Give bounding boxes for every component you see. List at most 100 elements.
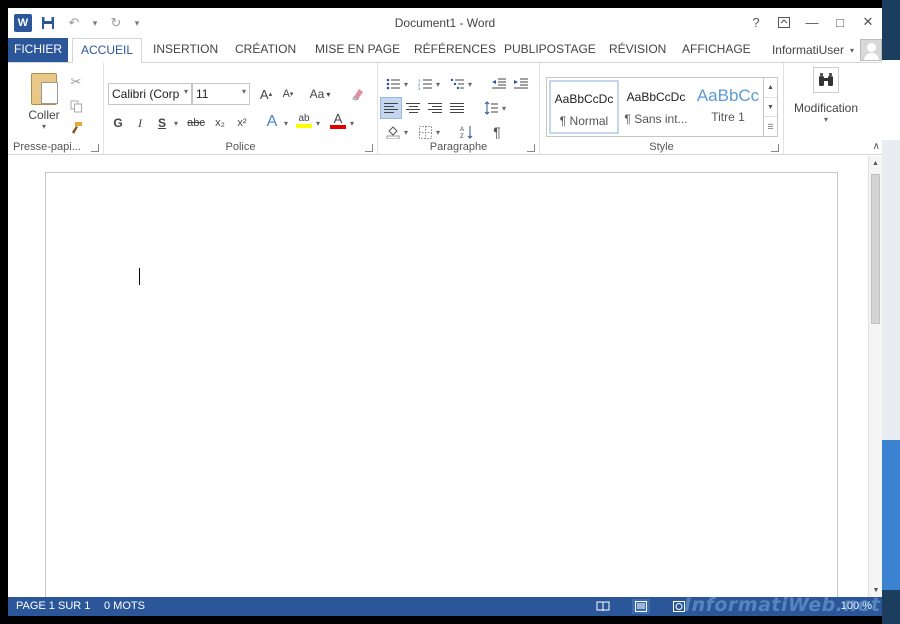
increase-indent-icon[interactable] <box>510 73 532 95</box>
align-left-button[interactable] <box>380 97 402 119</box>
italic-button[interactable]: I <box>130 113 150 133</box>
gallery-down-icon[interactable]: ▼ <box>764 98 777 118</box>
tab-publipostage[interactable]: PUBLIPOSTAGE <box>496 38 604 62</box>
minimize-button[interactable]: — <box>798 8 826 36</box>
watermark: InformatiWeb.net <box>684 594 881 616</box>
tab-fichier[interactable]: FICHIER <box>8 38 68 62</box>
multilevel-dropdown-icon[interactable]: ▾ <box>468 80 472 89</box>
tab-revision[interactable]: RÉVISION <box>601 38 674 62</box>
close-button[interactable]: ✕ <box>854 8 882 36</box>
copy-icon[interactable] <box>66 97 86 115</box>
maximize-button[interactable]: □ <box>826 8 854 36</box>
paragraph-launcher-icon[interactable] <box>527 144 535 152</box>
grow-font-button[interactable]: A ▴ <box>256 84 276 104</box>
highlight-button[interactable]: ab <box>294 111 314 131</box>
borders-dropdown-icon[interactable]: ▾ <box>436 128 440 137</box>
numbering-icon[interactable]: 123 <box>414 73 436 95</box>
change-case-button[interactable]: Aa ▾ <box>306 84 334 104</box>
show-formatting-button[interactable]: ¶ <box>486 121 508 143</box>
binoculars-icon <box>813 67 839 93</box>
tab-references[interactable]: RÉFÉRENCES <box>406 38 504 62</box>
sort-icon[interactable]: AZ <box>456 121 478 143</box>
underline-button[interactable]: S <box>152 113 172 133</box>
word-count[interactable]: 0 MOTS <box>104 600 145 612</box>
scroll-thumb[interactable] <box>871 174 880 324</box>
paste-button[interactable]: Coller ▾ <box>20 67 68 133</box>
collapse-ribbon-icon[interactable]: ∧ <box>873 141 880 152</box>
scroll-up-icon[interactable]: ▲ <box>869 156 882 170</box>
style-name: ¶ Normal <box>559 114 609 128</box>
text-effects-dropdown-icon[interactable]: ▾ <box>284 119 288 128</box>
font-size-value: 11 <box>196 87 209 101</box>
superscript-button[interactable]: x² <box>232 113 252 133</box>
strikethrough-button[interactable]: abc <box>184 113 208 133</box>
editing-label: Modification <box>793 101 859 115</box>
align-right-button[interactable] <box>424 97 446 119</box>
decrease-indent-icon[interactable] <box>488 73 510 95</box>
read-mode-icon[interactable] <box>594 599 612 614</box>
bullets-icon[interactable] <box>382 73 404 95</box>
word-window: W ↶ ▾ ↻ ▾ Document1 - Word ? — □ ✕ FICHI… <box>8 8 882 616</box>
borders-icon[interactable] <box>414 121 436 143</box>
shrink-font-button[interactable]: A ▾ <box>278 84 298 104</box>
style-sample: AaBbCcDc <box>554 92 614 106</box>
style-sample: AaBbCcDc <box>626 90 686 104</box>
background-window-part <box>882 440 900 590</box>
font-size-select[interactable]: 11 ▾ <box>192 83 250 105</box>
shading-icon[interactable] <box>382 121 404 143</box>
line-spacing-icon[interactable] <box>480 97 502 119</box>
avatar[interactable] <box>860 39 882 61</box>
gallery-up-icon[interactable]: ▲ <box>764 78 777 98</box>
text-cursor <box>139 268 140 285</box>
align-center-button[interactable] <box>402 97 424 119</box>
vertical-scrollbar[interactable]: ▲ ▼ <box>868 156 882 597</box>
subscript-button[interactable]: x₂ <box>210 113 230 133</box>
user-name[interactable]: InformatiUser <box>772 43 844 57</box>
page-count[interactable]: PAGE 1 SUR 1 <box>16 600 90 612</box>
print-layout-icon[interactable] <box>632 599 650 614</box>
cut-icon[interactable]: ✂ <box>66 73 86 91</box>
svg-text:Z: Z <box>460 134 464 139</box>
paste-dropdown-icon[interactable]: ▾ <box>20 122 68 131</box>
style-no-spacing[interactable]: AaBbCcDc ¶ Sans int... <box>621 80 691 134</box>
format-painter-icon[interactable] <box>66 119 86 137</box>
bold-button[interactable]: G <box>108 113 128 133</box>
help-button[interactable]: ? <box>742 8 770 36</box>
justify-button[interactable] <box>446 97 468 119</box>
font-launcher-icon[interactable] <box>365 144 373 152</box>
editing-group: Modification ▾ <box>784 63 870 155</box>
bullets-dropdown-icon[interactable]: ▾ <box>404 80 408 89</box>
style-heading-1[interactable]: AaBbCc Titre 1 <box>693 80 763 134</box>
clear-formatting-icon[interactable] <box>348 84 368 104</box>
font-name-select[interactable]: Calibri (Corp ▾ <box>108 83 192 105</box>
background-window-part <box>882 60 900 140</box>
line-spacing-dropdown-icon[interactable]: ▾ <box>502 104 506 113</box>
underline-dropdown-icon[interactable]: ▾ <box>174 119 178 128</box>
clipboard-launcher-icon[interactable] <box>91 144 99 152</box>
shading-dropdown-icon[interactable]: ▾ <box>404 128 408 137</box>
styles-gallery-scroll: ▲ ▼ ☰ <box>763 78 777 136</box>
tab-accueil[interactable]: ACCUEIL <box>72 38 143 63</box>
highlight-dropdown-icon[interactable]: ▾ <box>316 119 320 128</box>
user-dropdown-icon[interactable]: ▾ <box>850 46 854 55</box>
document-page[interactable] <box>45 172 838 612</box>
clipboard-group-label: Presse-papi... <box>13 141 81 153</box>
chevron-down-icon: ▾ <box>241 87 246 96</box>
text-effects-button[interactable]: A <box>262 112 282 132</box>
tab-mise-en-page[interactable]: MISE EN PAGE <box>307 38 408 62</box>
editing-dropdown-icon[interactable]: ▾ <box>790 115 862 124</box>
tab-affichage[interactable]: AFFICHAGE <box>674 38 759 62</box>
numbering-dropdown-icon[interactable]: ▾ <box>436 80 440 89</box>
ribbon-display-options-icon[interactable] <box>770 8 798 36</box>
tab-creation[interactable]: CRÉATION <box>227 38 304 62</box>
style-normal[interactable]: AaBbCcDc ¶ Normal <box>549 80 619 134</box>
tab-insertion[interactable]: INSERTION <box>145 38 226 62</box>
styles-launcher-icon[interactable] <box>771 144 779 152</box>
editing-button[interactable]: Modification ▾ <box>790 67 862 124</box>
svg-text:A: A <box>460 127 464 133</box>
multilevel-list-icon[interactable] <box>446 73 468 95</box>
user-account[interactable]: InformatiUser ▾ <box>772 38 882 62</box>
font-color-button[interactable]: A <box>328 111 348 131</box>
gallery-more-icon[interactable]: ☰ <box>764 117 777 136</box>
font-color-dropdown-icon[interactable]: ▾ <box>350 119 354 128</box>
